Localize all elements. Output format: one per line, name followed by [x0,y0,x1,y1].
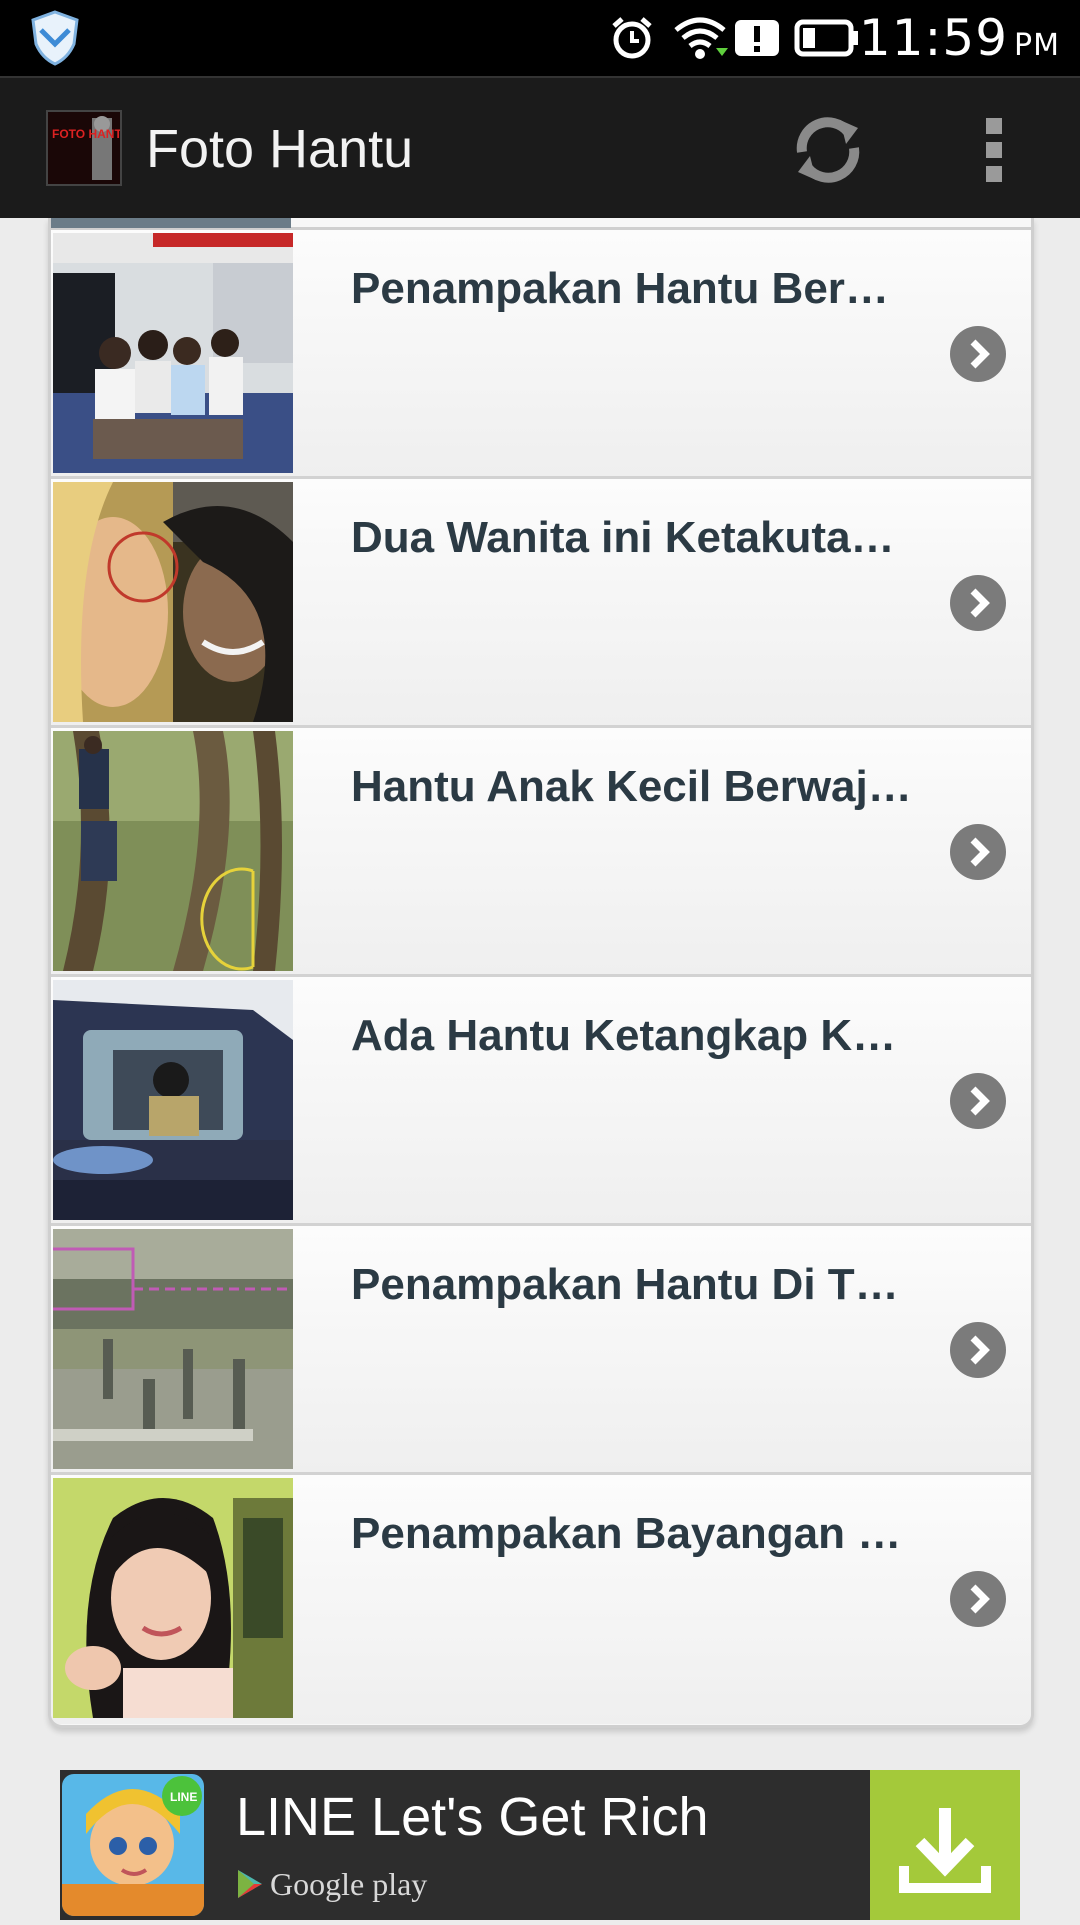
list-item[interactable]: Penampakan Hantu Di T… [51,1226,1031,1475]
item-title: Penampakan Bayangan … [351,1509,902,1558]
security-shield-icon [31,10,79,66]
ad-title: LINE Let's Get Rich [236,1787,709,1847]
list-item[interactable]: Penampakan Bayangan … [51,1475,1031,1724]
app-title: Foto Hantu [146,119,414,179]
previous-row-edge [51,218,1031,230]
thumbnail-image [53,980,293,1220]
chevron-right-icon[interactable] [950,1571,1006,1627]
status-bar: 11:59 PM [0,0,1080,76]
refresh-icon[interactable] [786,108,870,192]
article-list: Penampakan Hantu Ber… Dua Wanita ini Ket… [48,218,1034,1728]
chevron-right-icon[interactable] [950,1322,1006,1378]
app-logo[interactable]: FOTO HANTU [46,110,122,186]
clock: 11:59 PM [858,9,1060,67]
item-title: Ada Hantu Ketangkap K… [351,1011,897,1060]
chevron-right-icon[interactable] [950,824,1006,880]
alarm-icon [612,17,652,59]
ad-banner[interactable]: LINE LINE Let's Get Rich Google play [60,1770,1020,1920]
notification-alert-icon [735,20,779,56]
thumbnail-image [53,482,293,722]
ad-download-button[interactable] [870,1770,1020,1920]
google-play-icon [238,1870,262,1898]
chevron-right-icon[interactable] [950,326,1006,382]
item-title: Hantu Anak Kecil Berwaj… [351,762,912,811]
overflow-menu-icon[interactable] [960,108,1030,192]
list-item[interactable]: Dua Wanita ini Ketakuta… [51,479,1031,728]
thumbnail-image [53,233,293,473]
item-title: Dua Wanita ini Ketakuta… [351,513,895,562]
list-item[interactable]: Ada Hantu Ketangkap K… [51,977,1031,1226]
google-play-label: Google play [236,1862,427,1906]
app-logo-text: FOTO HANTU [52,127,120,141]
action-bar: FOTO HANTU Foto Hantu [0,76,1080,218]
thumbnail-image [53,1478,293,1718]
list-item[interactable]: Penampakan Hantu Ber… [51,230,1031,479]
ad-app-icon: LINE [62,1774,204,1916]
wifi-icon [674,17,728,59]
chevron-right-icon[interactable] [950,575,1006,631]
item-title: Penampakan Hantu Ber… [351,264,889,313]
thumbnail-image [53,1229,293,1469]
battery-icon [794,19,858,57]
thumbnail-image [53,731,293,971]
item-title: Penampakan Hantu Di T… [351,1260,899,1309]
chevron-right-icon[interactable] [950,1073,1006,1129]
ad-badge-text: LINE [170,1790,197,1804]
list-item[interactable]: Hantu Anak Kecil Berwaj… [51,728,1031,977]
download-icon [899,1808,991,1893]
